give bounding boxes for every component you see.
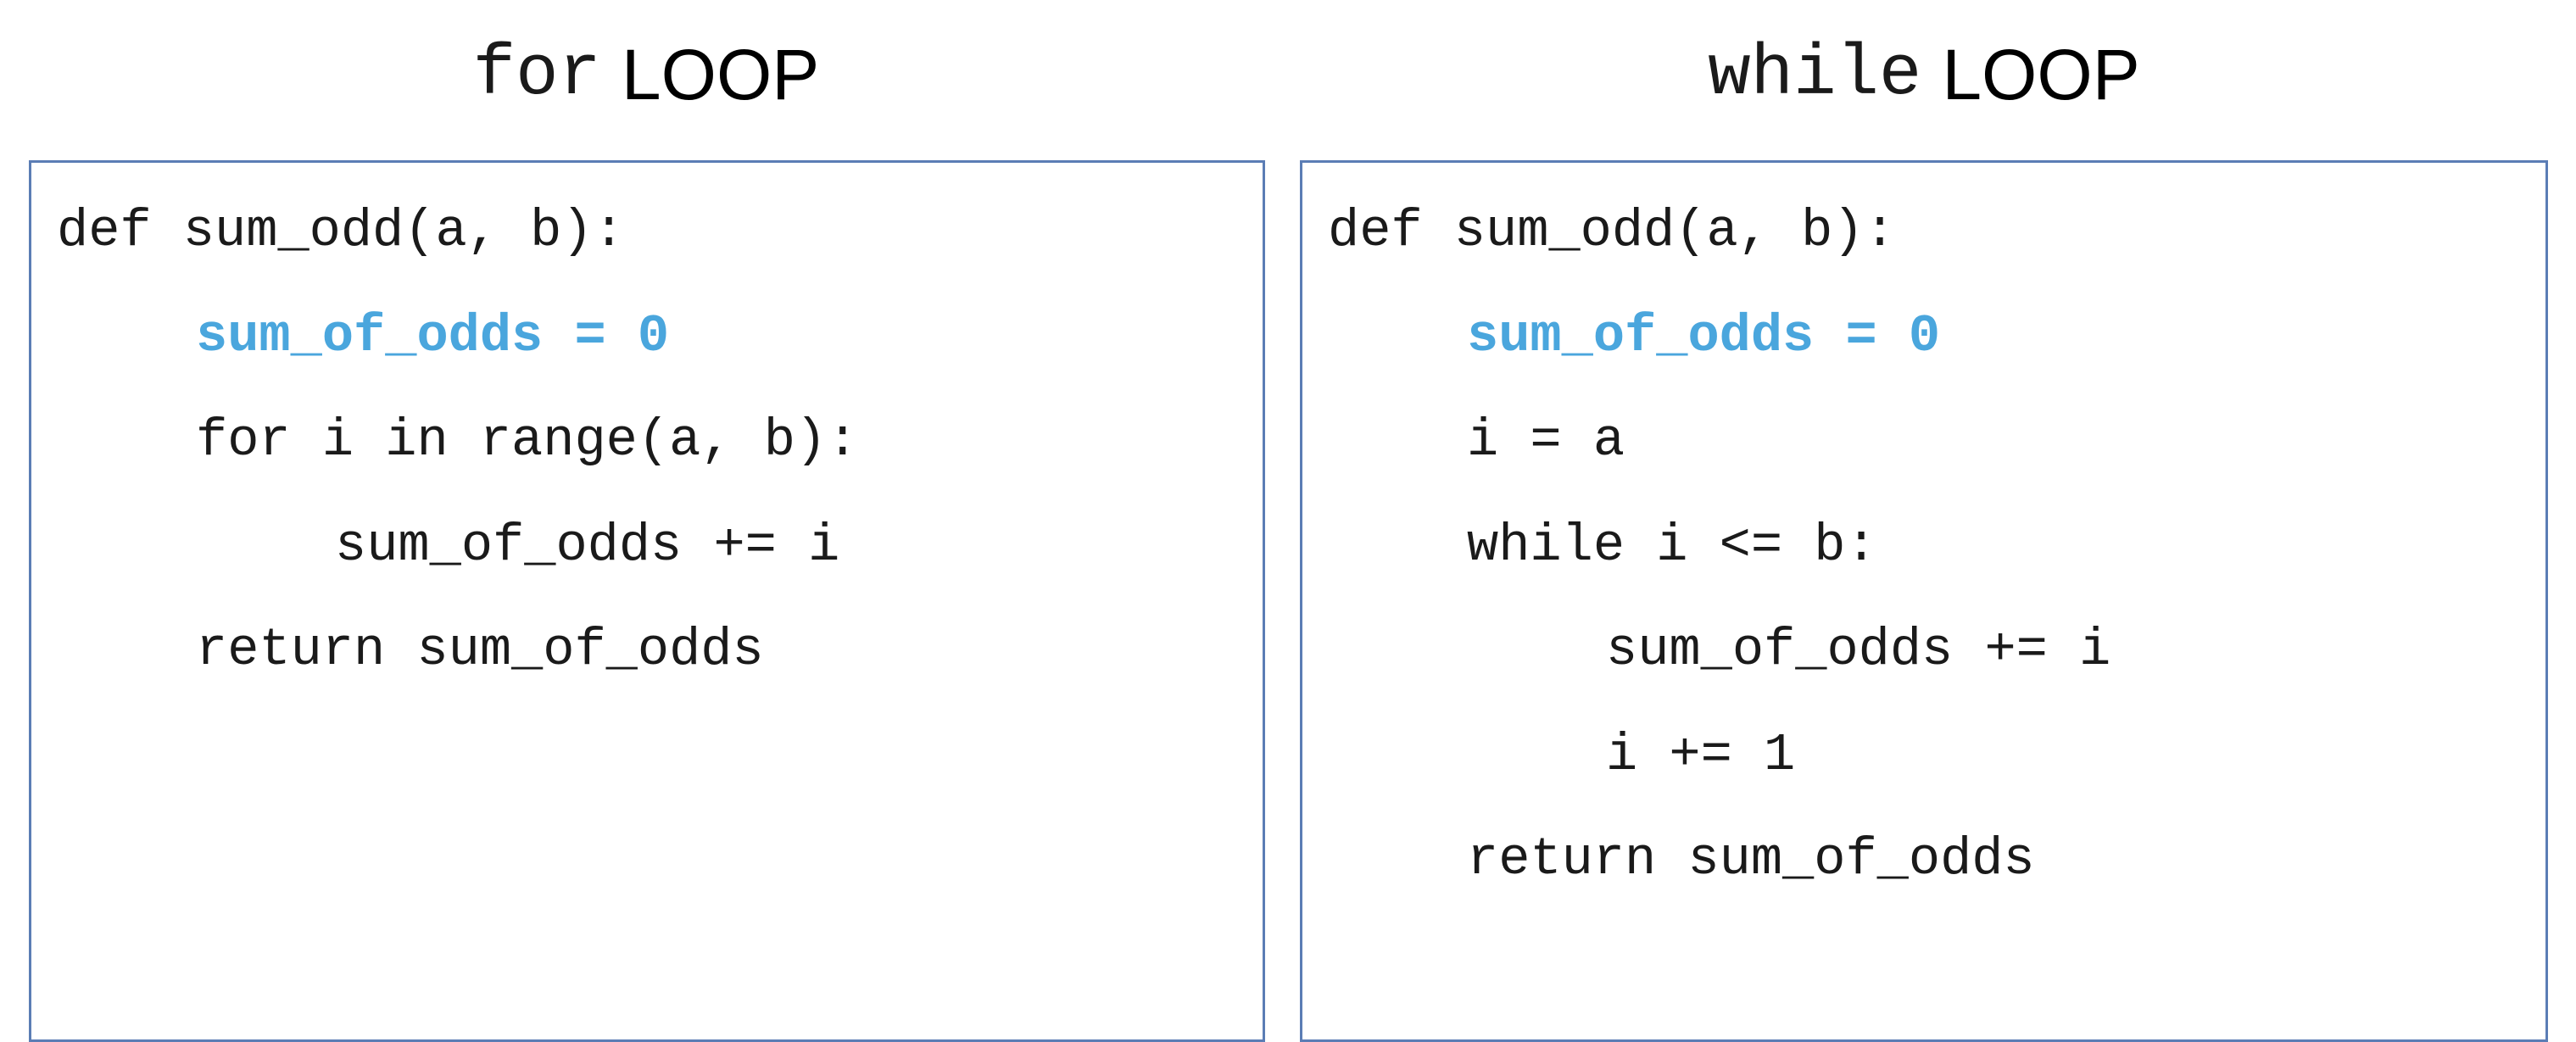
code-line-assign-i: i = a bbox=[1467, 410, 1625, 471]
code-line-init-highlighted: sum_of_odds = 0 bbox=[1467, 305, 1941, 366]
code-line-def: def sum_odd(a, b): bbox=[57, 201, 625, 261]
code-line-accumulate: sum_of_odds += i bbox=[335, 515, 840, 576]
for-keyword: for bbox=[472, 34, 601, 115]
code-line-return: return sum_of_odds bbox=[1467, 829, 2035, 889]
while-loop-heading: while LOOP bbox=[1302, 24, 2546, 125]
code-line-while: while i <= b: bbox=[1467, 515, 1877, 576]
while-keyword: while bbox=[1708, 34, 1922, 115]
code-line-def: def sum_odd(a, b): bbox=[1328, 201, 1896, 261]
code-block: def sum_odd(a, b): sum_of_odds = 0 for i… bbox=[57, 185, 1254, 709]
while-loop-code-panel: def sum_odd(a, b): sum_of_odds = 0 i = a… bbox=[1300, 160, 2548, 1042]
code-line-return: return sum_of_odds bbox=[196, 620, 764, 680]
code-block: def sum_odd(a, b): sum_of_odds = 0 i = a… bbox=[1328, 185, 2537, 918]
code-line-increment: i += 1 bbox=[1606, 724, 1796, 785]
code-line-init-highlighted: sum_of_odds = 0 bbox=[196, 305, 670, 366]
for-loop-heading: for LOOP bbox=[29, 24, 1263, 125]
loop-label: LOOP bbox=[1942, 34, 2140, 114]
code-line-accumulate: sum_of_odds += i bbox=[1606, 620, 2111, 680]
code-line-for: for i in range(a, b): bbox=[196, 410, 859, 471]
for-loop-code-panel: def sum_odd(a, b): sum_of_odds = 0 for i… bbox=[29, 160, 1265, 1042]
loop-label: LOOP bbox=[621, 34, 820, 114]
